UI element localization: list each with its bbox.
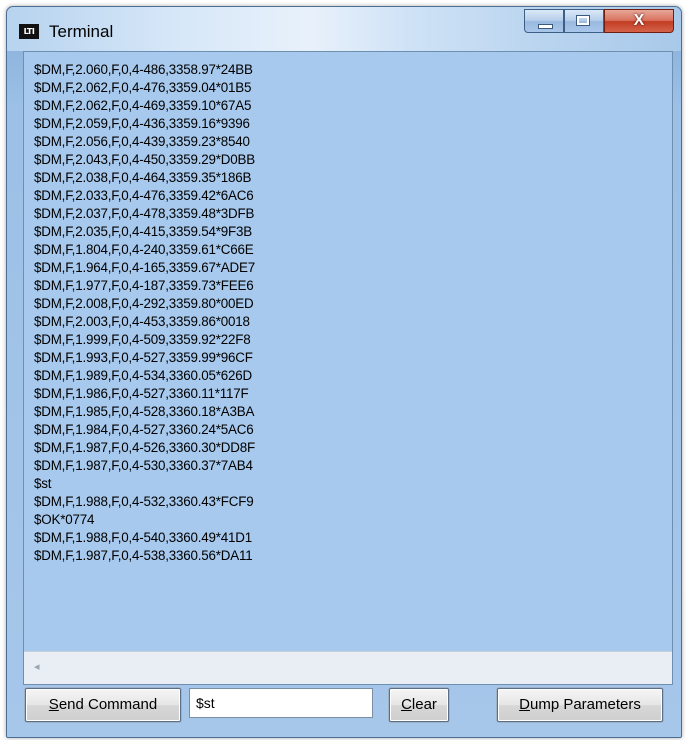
dump-parameters-mnemonic: D [519, 696, 530, 713]
close-button[interactable]: X [604, 9, 674, 33]
dump-parameters-button[interactable]: Dump Parameters [497, 688, 663, 722]
title-bar[interactable]: LTI Terminal X [7, 7, 681, 51]
output-line: $DM,F,2.062,F,0,4-476,3359.04*01B5 [34, 80, 252, 95]
clear-label: lear [411, 696, 437, 713]
output-line: $DM,F,2.035,F,0,4-415,3359.54*9F3B [34, 224, 253, 239]
output-line: $DM,F,1.988,F,0,4-532,3360.43*FCF9 [34, 494, 254, 509]
output-line: $DM,F,2.033,F,0,4-476,3359.42*6AC6 [34, 188, 254, 203]
output-line: $DM,F,2.038,F,0,4-464,3359.35*186B [34, 170, 252, 185]
output-line: $DM,F,1.987,F,0,4-538,3360.56*DA11 [34, 548, 253, 563]
send-command-label: end Command [58, 696, 158, 713]
output-line: $DM,F,1.987,F,0,4-530,3360.37*7AB4 [34, 458, 253, 473]
output-line: $DM,F,1.986,F,0,4-527,3360.11*117F [34, 386, 249, 401]
command-bar: Send Command Clear Dump Parameters [7, 685, 681, 737]
clear-mnemonic: C [401, 696, 412, 713]
app-logo-icon: LTI [19, 24, 39, 39]
send-command-button[interactable]: Send Command [25, 688, 181, 722]
output-line: $DM,F,2.037,F,0,4-478,3359.48*3DFB [34, 206, 255, 221]
dump-parameters-label: ump Parameters [529, 696, 641, 713]
output-line: $st [34, 476, 52, 491]
command-input[interactable] [189, 688, 373, 718]
close-icon: X [633, 12, 645, 29]
output-line: $DM,F,1.988,F,0,4-540,3360.49*41D1 [34, 530, 253, 545]
horizontal-scrollbar[interactable]: ◂ [24, 651, 672, 684]
minimize-icon [538, 24, 553, 29]
output-line: $DM,F,1.999,F,0,4-509,3359.92*22F8 [34, 332, 251, 347]
terminal-output-pane[interactable]: $DM,F,2.060,F,0,4-486,3358.97*24BB $DM,F,… [23, 51, 673, 685]
window-caption-buttons: X [524, 9, 674, 33]
output-line: $DM,F,2.056,F,0,4-439,3359.23*8540 [34, 134, 250, 149]
output-line: $DM,F,1.977,F,0,4-187,3359.73*FEE6 [34, 278, 254, 293]
output-line: $DM,F,2.043,F,0,4-450,3359.29*D0BB [34, 152, 255, 167]
output-line: $DM,F,1.987,F,0,4-526,3360.30*DD8F [34, 440, 255, 455]
output-line: $DM,F,1.964,F,0,4-165,3359.67*ADE7 [34, 260, 255, 275]
output-line: $DM,F,1.989,F,0,4-534,3360.05*626D [34, 368, 253, 383]
output-line: $DM,F,2.062,F,0,4-469,3359.10*67A5 [34, 98, 252, 113]
output-line: $DM,F,1.804,F,0,4-240,3359.61*C66E [34, 242, 254, 257]
maximize-button[interactable] [564, 9, 604, 33]
output-line: $DM,F,2.003,F,0,4-453,3359.86*0018 [34, 314, 250, 329]
clear-button[interactable]: Clear [389, 688, 449, 722]
output-line: $DM,F,1.984,F,0,4-527,3360.24*5AC6 [34, 422, 254, 437]
output-line: $DM,F,1.993,F,0,4-527,3359.99*96CF [34, 350, 253, 365]
output-line: $DM,F,1.985,F,0,4-528,3360.18*A3BA [34, 404, 255, 419]
scroll-left-arrow-icon[interactable]: ◂ [34, 660, 40, 673]
send-command-mnemonic: S [48, 696, 59, 713]
minimize-button[interactable] [524, 9, 564, 33]
maximize-icon [576, 15, 590, 26]
output-line: $DM,F,2.060,F,0,4-486,3358.97*24BB [34, 62, 253, 77]
terminal-output-text[interactable]: $DM,F,2.060,F,0,4-486,3358.97*24BB $DM,F,… [24, 52, 672, 648]
output-line: $DM,F,2.008,F,0,4-292,3359.80*00ED [34, 296, 254, 311]
window-title: Terminal [49, 22, 114, 41]
output-line: $OK*0774 [34, 512, 95, 527]
output-line: $DM,F,2.059,F,0,4-436,3359.16*9396 [34, 116, 250, 131]
terminal-window: LTI Terminal X $DM,F,2.060,F,0,4-486,335… [6, 6, 682, 738]
